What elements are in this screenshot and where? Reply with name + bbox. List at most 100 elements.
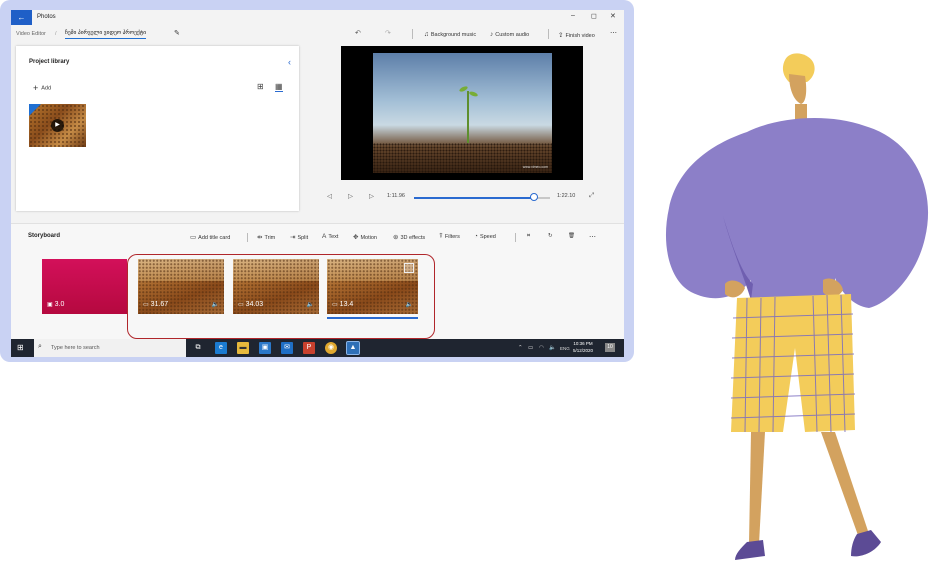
- powerpoint-icon[interactable]: P: [303, 342, 315, 354]
- playback-controls: ◁ ▷ ▷ 1:11.96 1:22.10 ⤢: [325, 191, 601, 203]
- close-button[interactable]: ✕: [610, 12, 616, 20]
- plus-icon: +: [33, 83, 39, 93]
- photos-window: ← Photos – ◻ ✕ Video Editor / ჩემი პირვე…: [11, 10, 624, 357]
- taskbar-search-box[interactable]: ⌕ Type here to search: [34, 339, 186, 357]
- delete-icon[interactable]: 🗑: [568, 233, 575, 239]
- language-indicator[interactable]: ENG: [560, 346, 570, 351]
- store-icon[interactable]: ▣: [259, 342, 271, 354]
- file-explorer-icon[interactable]: ▬: [237, 342, 249, 354]
- 3d-effects-button[interactable]: ⊛ 3D effects: [393, 233, 425, 241]
- skip-forward-icon[interactable]: ▷: [369, 192, 374, 200]
- taskbar-clock[interactable]: 10:36 PM 5/12/2020: [573, 340, 593, 354]
- clip-duration-value: 13.4: [339, 301, 354, 308]
- video-icon: ▭: [238, 302, 244, 308]
- motion-label: Motion: [360, 235, 377, 241]
- skip-back-icon[interactable]: ◁: [327, 192, 332, 200]
- edge-icon[interactable]: e: [215, 342, 227, 354]
- library-media-thumbnail[interactable]: ▶: [29, 104, 86, 147]
- notification-center-icon[interactable]: 10: [605, 343, 615, 352]
- clip-duration-value: 3.0: [54, 301, 65, 308]
- clip-select-checkbox[interactable]: [404, 263, 414, 273]
- text-label: Text: [328, 234, 339, 240]
- breadcrumb-video-editor[interactable]: Video Editor: [16, 31, 46, 37]
- more-options-button[interactable]: ⋯: [610, 29, 617, 37]
- add-title-card-label: Add title card: [198, 235, 231, 241]
- clips-highlight-outline: [127, 254, 435, 339]
- 3d-effects-icon: ⊛: [393, 234, 399, 241]
- preview-frame-image: www.vimeo.com: [373, 53, 552, 173]
- project-name[interactable]: ჩემი პირველი ვიდეო პროექტი: [65, 30, 147, 39]
- list-view-icon[interactable]: ▦: [275, 82, 283, 92]
- tray-battery-icon[interactable]: ▭: [528, 345, 533, 351]
- finish-video-button[interactable]: ⇪ Finish video: [558, 31, 595, 39]
- collapse-chevron-icon[interactable]: ‹: [288, 57, 291, 67]
- chrome-icon[interactable]: ◉: [325, 342, 337, 354]
- rotate-icon[interactable]: ↻: [548, 233, 553, 239]
- seek-thumb[interactable]: [529, 193, 538, 201]
- speed-button[interactable]: ◔ Speed: [474, 233, 496, 240]
- clip-duration: ▭ 34.03: [238, 301, 263, 308]
- mail-icon[interactable]: ✉: [281, 342, 293, 354]
- app-title: Photos: [37, 14, 56, 20]
- clock-time: 10:36 PM: [573, 341, 593, 346]
- rename-pencil-icon[interactable]: ✎: [174, 29, 180, 37]
- storyboard-more-button[interactable]: ⋯: [589, 233, 596, 241]
- title-bar: ← Photos – ◻ ✕: [11, 10, 624, 25]
- speaker-icon[interactable]: 🔈: [212, 301, 219, 308]
- storyboard-divider: [515, 233, 516, 242]
- figure-leg: [821, 432, 869, 538]
- trim-icon: ⇹: [257, 234, 263, 241]
- undo-icon[interactable]: ↶: [355, 29, 361, 37]
- windows-taskbar: ⊞ ⌕ Type here to search ⧉ e ▬ ▣ ✉ P ◉ ▲ …: [11, 339, 624, 357]
- split-label: Split: [297, 235, 309, 241]
- tray-network-icon[interactable]: ◠: [539, 345, 544, 351]
- grid-view-icon[interactable]: ⊞: [257, 82, 264, 91]
- crop-icon[interactable]: ⌗: [527, 233, 530, 240]
- play-icon: ▶: [51, 119, 64, 132]
- background-music-button[interactable]: ♫ Background music: [424, 31, 476, 38]
- seek-slider[interactable]: [414, 193, 550, 201]
- clip-duration: ▭ 31.67: [143, 301, 168, 308]
- background-music-label: Background music: [430, 32, 477, 38]
- split-button[interactable]: ⇥ Split: [290, 233, 308, 241]
- custom-audio-button[interactable]: ♪ Custom audio: [490, 31, 529, 38]
- video-icon: ▭: [332, 302, 338, 308]
- tray-volume-icon[interactable]: 🔈: [549, 345, 556, 351]
- add-media-button[interactable]: + Add: [33, 83, 51, 93]
- title-card-clip[interactable]: ▣ 3.0: [42, 259, 127, 314]
- clock-date: 5/12/2020: [573, 348, 594, 353]
- fullscreen-icon[interactable]: ⤢: [589, 192, 594, 200]
- windows-start-icon[interactable]: ⊞: [17, 343, 24, 352]
- minimize-button[interactable]: –: [571, 12, 575, 19]
- speed-label: Speed: [479, 234, 496, 240]
- maximize-button[interactable]: ◻: [591, 12, 597, 20]
- audio-icon: ♪: [490, 31, 494, 38]
- filters-label: Filters: [444, 234, 460, 240]
- back-button[interactable]: ←: [11, 10, 32, 25]
- tray-chevron-icon[interactable]: ⌃: [518, 345, 523, 351]
- finish-video-label: Finish video: [565, 33, 595, 39]
- figure-head: [789, 74, 807, 104]
- text-button[interactable]: A Text: [322, 233, 338, 240]
- export-icon: ⇪: [558, 32, 564, 39]
- speed-icon: ◔: [474, 233, 478, 240]
- project-library-panel: Project library ‹ + Add ⊞ ▦ ▶: [16, 46, 299, 211]
- add-title-card-button[interactable]: ▭ Add title card: [190, 233, 230, 241]
- figure-shoe: [851, 530, 881, 557]
- play-icon[interactable]: ▷: [348, 192, 353, 200]
- text-icon: A: [322, 233, 327, 240]
- filters-button[interactable]: ⍒ Filters: [439, 233, 460, 241]
- speaker-icon[interactable]: 🔈: [307, 301, 314, 308]
- motion-button[interactable]: ✥ Motion: [353, 233, 377, 241]
- motion-icon: ✥: [353, 234, 359, 241]
- task-view-icon[interactable]: ⧉: [192, 342, 204, 354]
- figure-shoe: [735, 540, 765, 560]
- trim-button[interactable]: ⇹ Trim: [257, 233, 275, 241]
- redo-icon[interactable]: ↷: [385, 29, 391, 37]
- editor-toolbar: Video Editor / ჩემი პირველი ვიდეო პროექტ…: [11, 26, 624, 43]
- video-preview[interactable]: www.vimeo.com: [341, 46, 583, 180]
- clip-duration: ▣ 3.0: [47, 301, 64, 308]
- split-icon: ⇥: [290, 234, 296, 241]
- speaker-icon[interactable]: 🔈: [406, 301, 413, 308]
- photos-icon[interactable]: ▲: [346, 341, 360, 355]
